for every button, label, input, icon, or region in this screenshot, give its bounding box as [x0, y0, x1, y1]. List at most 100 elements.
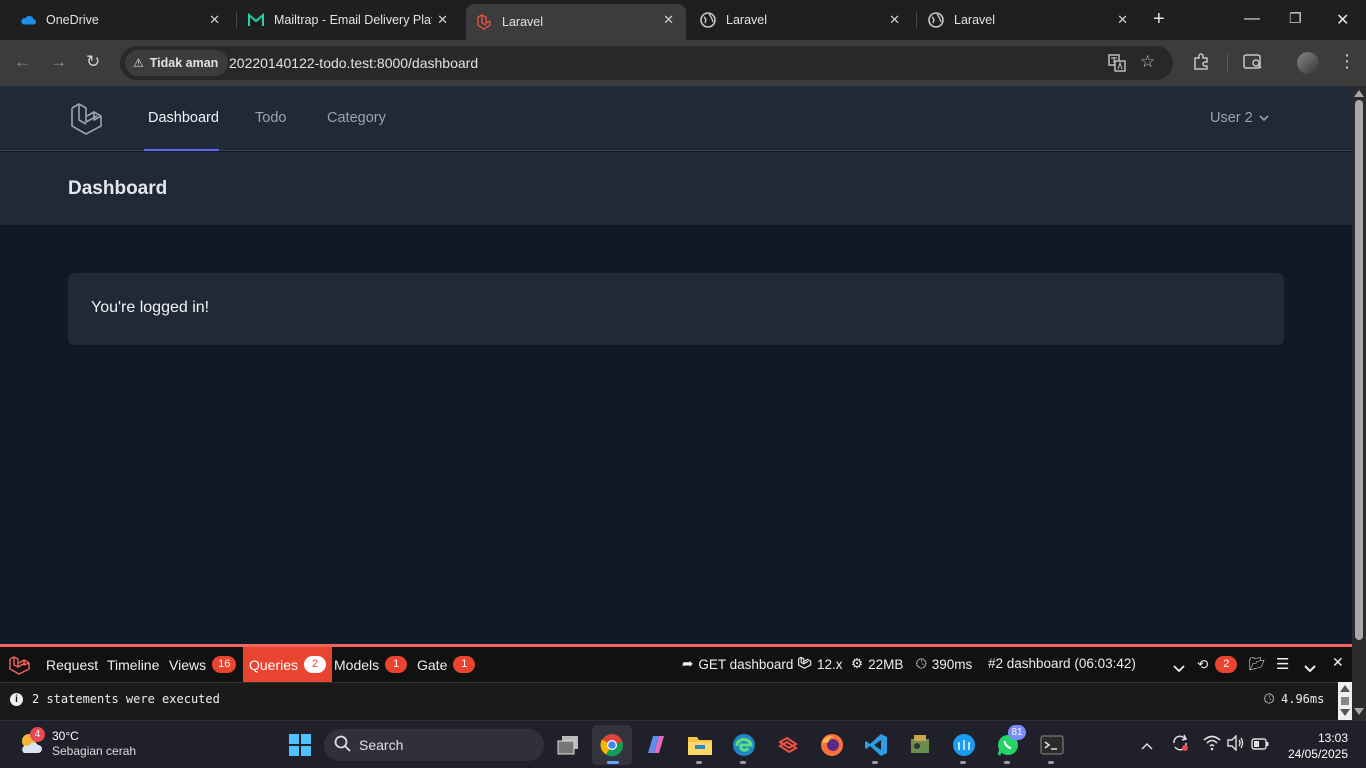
browser-tab-laravel-3[interactable]: Laravel ✕ — [908, 4, 1140, 36]
url-text[interactable]: 20220140122-todo.test:8000/dashboard — [229, 55, 478, 71]
laravel-herd-icon[interactable] — [774, 731, 802, 759]
panel-scrollbar[interactable] — [1338, 682, 1352, 720]
active-nav-indicator — [144, 149, 219, 151]
whatsapp-icon[interactable]: 81 — [994, 725, 1026, 759]
system-clock[interactable]: 13:03 24/05/2025 — [1284, 730, 1348, 762]
new-tab-icon[interactable]: + — [1153, 8, 1165, 31]
tab-label: Views — [169, 656, 207, 673]
history-button[interactable]: ⟲ 2 — [1197, 656, 1238, 673]
weather-widget[interactable]: 4 30°C Sebagian cerah — [18, 727, 136, 759]
debugbar-tab-views[interactable]: Views 16 — [163, 647, 242, 682]
minimize-debugbar-icon[interactable] — [1304, 660, 1316, 678]
clock-time: 13:03 — [1317, 731, 1348, 745]
sync-icon[interactable] — [1170, 733, 1190, 758]
close-tab-icon[interactable]: ✕ — [1117, 12, 1128, 28]
side-panel-icon[interactable] — [1243, 53, 1263, 76]
settings-sliders-icon[interactable]: ☰ — [1276, 655, 1289, 673]
close-tab-icon[interactable]: ✕ — [437, 12, 448, 28]
info-icon: i — [10, 693, 23, 706]
search-label: Search — [359, 737, 404, 753]
profile-avatar[interactable] — [1297, 52, 1319, 74]
app-package-icon[interactable] — [906, 731, 934, 759]
address-bar[interactable]: ⚠ Tidak aman 20220140122-todo.test:8000/… — [120, 46, 1173, 80]
forward-icon[interactable]: → — [50, 52, 67, 72]
close-tab-icon[interactable]: ✕ — [209, 12, 220, 28]
models-count-badge: 1 — [385, 656, 408, 673]
task-view-icon[interactable] — [554, 731, 582, 759]
taskbar-search[interactable]: Search — [324, 729, 544, 761]
firefox-icon[interactable] — [818, 731, 846, 759]
browser-tab-laravel-2[interactable]: Laravel ✕ — [680, 4, 912, 36]
history-icon: ⟲ — [1197, 656, 1209, 672]
chevron-down-icon[interactable] — [1173, 660, 1185, 678]
cloud-app-icon[interactable] — [950, 731, 978, 759]
close-window-icon[interactable]: ✕ — [1336, 10, 1349, 30]
duration-indicator[interactable]: 🕓︎ 390ms — [916, 656, 972, 672]
statements-summary: 2 statements were executed — [32, 692, 220, 706]
nav-link-category[interactable]: Category — [327, 110, 386, 126]
debugbar-tab-models[interactable]: Models 1 — [328, 647, 413, 682]
toolbar-separator — [1227, 54, 1228, 72]
volume-icon[interactable] — [1227, 734, 1245, 756]
browser-tab-strip: OneDrive ✕ Mailtrap - Email Delivery Pla… — [0, 0, 1366, 40]
close-tab-icon[interactable]: ✕ — [889, 12, 900, 28]
laravel-icon — [476, 14, 492, 30]
route-indicator[interactable]: ➦ GET dashboard — [682, 656, 793, 672]
back-icon[interactable]: ← — [14, 52, 31, 72]
scrollbar-thumb[interactable] — [1355, 100, 1363, 640]
windows-start-icon[interactable] — [286, 731, 314, 759]
chrome-menu-icon[interactable]: ⋮ — [1338, 51, 1356, 72]
reload-icon[interactable]: ↻ — [86, 52, 100, 72]
debugbar-tab-queries[interactable]: Queries 2 — [243, 647, 333, 682]
show-hidden-icons-chevron[interactable] — [1141, 737, 1153, 755]
battery-icon[interactable] — [1251, 737, 1269, 755]
notification-badge: 81 — [1008, 725, 1026, 740]
partly-sunny-icon: 4 — [18, 727, 45, 757]
terminal-icon[interactable] — [1038, 731, 1066, 759]
close-debugbar-icon[interactable]: ✕ — [1332, 654, 1344, 671]
page-title: Dashboard — [68, 178, 168, 199]
browser-tab-mailtrap[interactable]: Mailtrap - Email Delivery Platf ✕ — [228, 4, 460, 36]
scroll-down-arrow[interactable] — [1340, 709, 1350, 716]
tab-title: Laravel — [726, 13, 767, 27]
scroll-down-arrow[interactable] — [1354, 708, 1364, 715]
page-scrollbar[interactable] — [1352, 86, 1366, 720]
wifi-icon[interactable] — [1203, 735, 1221, 756]
debugbar-tab-request[interactable]: Request — [40, 647, 104, 682]
nav-link-dashboard[interactable]: Dashboard — [148, 110, 219, 126]
copilot-icon[interactable] — [642, 731, 670, 759]
bookmark-star-icon[interactable]: ☆ — [1140, 52, 1155, 72]
scroll-up-arrow[interactable] — [1340, 685, 1350, 692]
translate-icon[interactable] — [1108, 54, 1126, 75]
extensions-icon[interactable] — [1192, 53, 1210, 76]
running-app-indicator — [1048, 761, 1054, 764]
running-app-indicator — [696, 761, 702, 764]
browser-tab-onedrive[interactable]: OneDrive ✕ — [0, 4, 232, 36]
running-app-indicator — [960, 761, 966, 764]
laravel-logo-icon[interactable] — [70, 102, 104, 141]
security-label: Tidak aman — [149, 56, 219, 70]
restore-icon[interactable]: ❐ — [1289, 10, 1302, 27]
tab-title: OneDrive — [46, 13, 99, 27]
debugbar-laravel-logo-icon[interactable] — [9, 655, 31, 680]
request-history-select[interactable]: #2 dashboard (06:03:42) — [988, 656, 1136, 671]
minimize-icon[interactable]: — — [1244, 10, 1260, 28]
scrollbar-thumb[interactable] — [1341, 697, 1349, 705]
chrome-icon[interactable] — [598, 731, 626, 759]
debugbar-tab-gate[interactable]: Gate 1 — [411, 647, 481, 682]
vscode-icon[interactable] — [862, 731, 890, 759]
edge-icon[interactable] — [730, 731, 758, 759]
close-tab-icon[interactable]: ✕ — [663, 12, 674, 28]
scroll-up-arrow[interactable] — [1354, 90, 1364, 97]
browser-tab-laravel-active[interactable]: Laravel ✕ — [466, 4, 686, 40]
nav-link-todo[interactable]: Todo — [255, 110, 286, 126]
page-header: Dashboard — [0, 152, 1352, 225]
file-explorer-icon[interactable] — [686, 731, 714, 759]
folder-open-icon[interactable]: 📂︎ — [1249, 656, 1266, 672]
user-menu-dropdown[interactable]: User 2 — [1210, 110, 1269, 126]
globe-icon — [700, 12, 716, 28]
onedrive-icon — [20, 12, 36, 28]
debugbar-tab-timeline[interactable]: Timeline — [101, 647, 165, 682]
search-icon — [334, 735, 351, 755]
security-chip[interactable]: ⚠ Tidak aman — [125, 50, 229, 76]
